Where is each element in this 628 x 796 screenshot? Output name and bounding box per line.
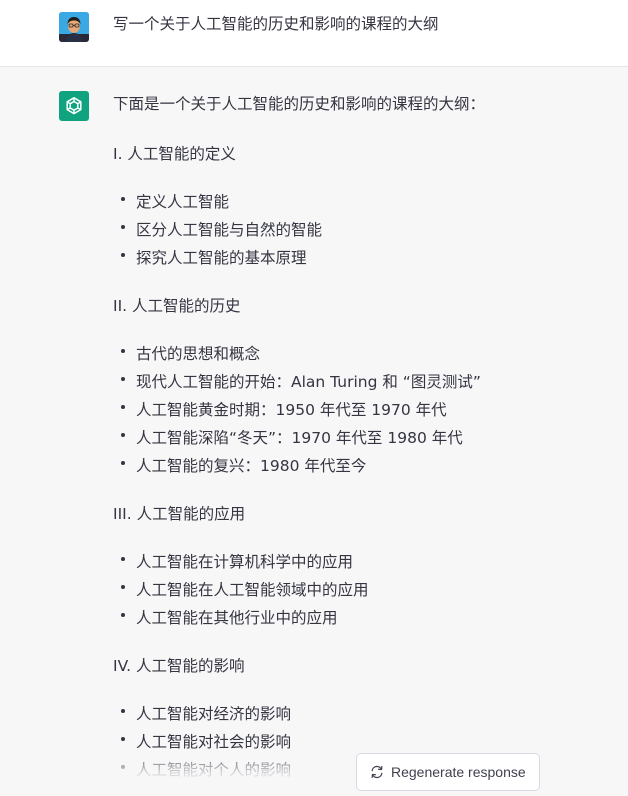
- bullet-icon: [121, 405, 125, 409]
- bullet-icon: [121, 225, 125, 229]
- user-message-text: 写一个关于人工智能的历史和影响的课程的大纲: [113, 15, 439, 33]
- user-avatar-icon: [59, 12, 89, 42]
- bullet-icon: [121, 585, 125, 589]
- section-heading: III. 人工智能的应用: [113, 505, 246, 523]
- regenerate-response-button[interactable]: Regenerate response: [356, 753, 540, 791]
- user-message-row: 写一个关于人工智能的历史和影响的课程的大纲: [0, 0, 628, 67]
- response-intro: 下面是一个关于人工智能的历史和影响的课程的大纲：: [113, 95, 486, 113]
- bullet-icon: [121, 709, 125, 713]
- bullet-icon: [121, 253, 125, 257]
- section-heading: II. 人工智能的历史: [113, 297, 241, 315]
- bullet-icon: [121, 461, 125, 465]
- section-heading: IV. 人工智能的影响: [113, 657, 245, 675]
- section-heading: I. 人工智能的定义: [113, 145, 236, 163]
- openai-logo-icon: [59, 91, 89, 121]
- bullet-icon: [121, 613, 125, 617]
- regenerate-response-label: Regenerate response: [391, 764, 526, 780]
- bullet-icon: [121, 433, 125, 437]
- bullet-icon: [121, 737, 125, 741]
- bullet-icon: [121, 349, 125, 353]
- bullet-icon: [121, 377, 125, 381]
- refresh-icon: [371, 765, 383, 779]
- bullet-icon: [121, 765, 125, 769]
- assistant-message-row: 下面是一个关于人工智能的历史和影响的课程的大纲： I. 人工智能的定义 定义人工…: [0, 67, 628, 796]
- user-avatar: [59, 12, 89, 42]
- bullet-icon: [121, 557, 125, 561]
- bullet-icon: [121, 197, 125, 201]
